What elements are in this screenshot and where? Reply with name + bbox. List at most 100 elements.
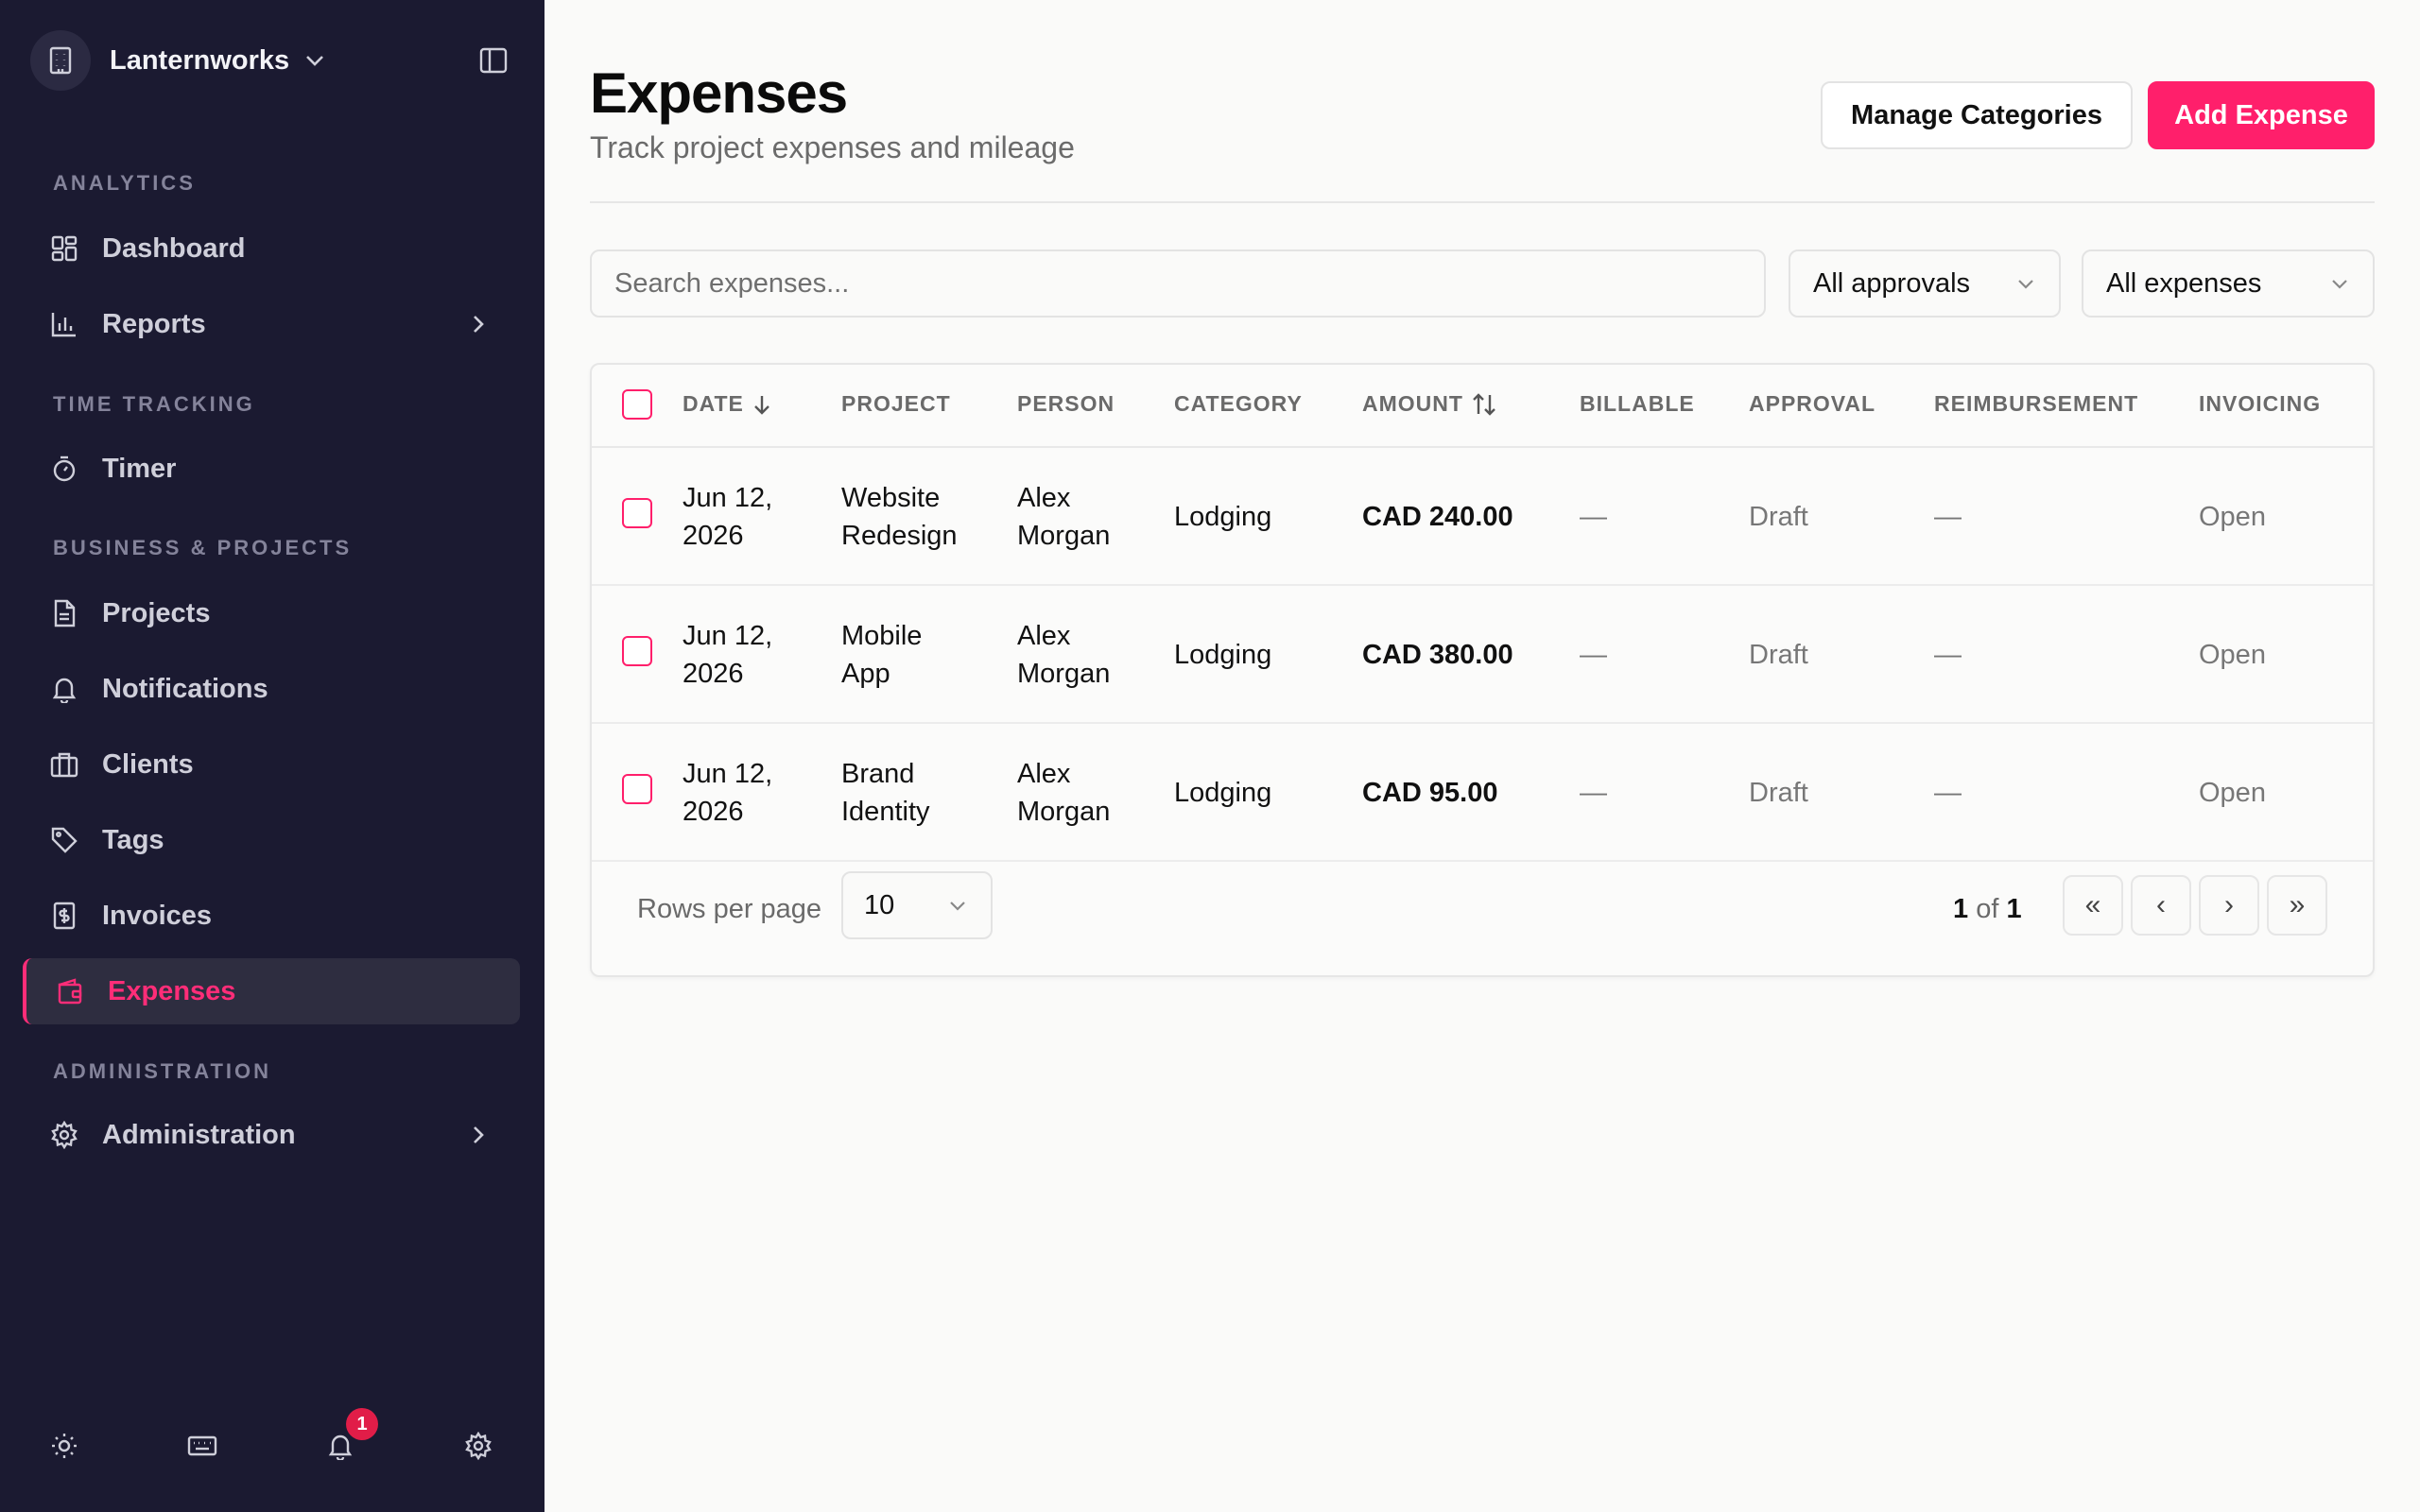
sidebar-item-dashboard[interactable]: Dashboard — [23, 215, 520, 282]
sidebar-item-invoices[interactable]: Invoices — [23, 883, 520, 949]
cell-date: Jun 12, 2026 — [683, 479, 824, 555]
sidebar-item-label: Timer — [102, 453, 177, 484]
sidebar-item-label: Clients — [102, 748, 194, 780]
keyboard-icon[interactable] — [185, 1429, 219, 1463]
cell-date-line: Jun 12, — [683, 759, 773, 789]
sidebar-item-clients[interactable]: Clients — [23, 731, 520, 798]
page-title: Expenses — [590, 61, 848, 125]
cell-reimbursement: — — [1934, 502, 1962, 532]
next-page-button[interactable]: › — [2199, 875, 2259, 936]
table-row[interactable]: Jun 12, 2026 Mobile App Alex Morgan Lodg… — [592, 586, 2373, 724]
cell-project: Website Redesign — [841, 479, 983, 555]
section-label-analytics: ANALYTICS — [53, 171, 196, 195]
sidebar-item-label: Notifications — [102, 673, 268, 704]
sidebar-item-label: Expenses — [108, 975, 236, 1006]
table-row[interactable]: Jun 12, 2026 Website Redesign Alex Morga… — [592, 448, 2373, 586]
gear-icon — [47, 1118, 81, 1152]
briefcase-icon — [47, 747, 81, 782]
cell-billable: — — [1580, 778, 1607, 808]
cell-person: Alex Morgan — [1017, 617, 1159, 693]
cell-category: Lodging — [1174, 502, 1272, 532]
chevron-down-icon — [945, 894, 970, 919]
cell-invoicing: Open — [2199, 778, 2266, 808]
sidebar-item-tags[interactable]: Tags — [23, 807, 520, 873]
sidebar-item-administration[interactable]: Administration — [23, 1102, 520, 1168]
cell-reimbursement: — — [1934, 778, 1962, 808]
main-content: Expenses Track project expenses and mile… — [544, 0, 2420, 1512]
sidebar-item-timer[interactable]: Timer — [23, 436, 520, 502]
column-header-approval: APPROVAL — [1749, 391, 1876, 416]
chevron-right-icon — [461, 307, 495, 341]
header-divider — [590, 201, 2375, 203]
cell-project-line: Redesign — [841, 521, 958, 551]
approvals-filter-select[interactable]: All approvals — [1789, 249, 2061, 318]
cell-date-line: 2026 — [683, 797, 744, 827]
sidebar-item-label: Reports — [102, 308, 206, 339]
sidebar-toggle-icon[interactable] — [476, 43, 510, 77]
workspace-switcher[interactable]: Lanternworks — [30, 30, 325, 91]
wallet-icon — [53, 974, 87, 1008]
rows-per-page-value: 10 — [864, 889, 895, 920]
table-row[interactable]: Jun 12, 2026 Brand Identity Alex Morgan … — [592, 724, 2373, 862]
cell-approval: Draft — [1749, 502, 1808, 532]
sun-icon[interactable] — [47, 1429, 81, 1463]
cell-person: Alex Morgan — [1017, 479, 1159, 555]
cell-billable: — — [1580, 640, 1607, 670]
rows-per-page-select[interactable]: 10 — [841, 871, 993, 939]
invoice-icon — [47, 899, 81, 933]
column-header-person: PERSON — [1017, 391, 1115, 416]
first-page-button[interactable]: « — [2063, 875, 2123, 936]
cell-date-line: 2026 — [683, 521, 744, 551]
manage-categories-button[interactable]: Manage Categories — [1821, 81, 2133, 149]
page-subtitle: Track project expenses and mileage — [590, 130, 1075, 164]
sidebar-item-reports[interactable]: Reports — [23, 291, 520, 357]
page-total: 1 — [2006, 894, 2022, 924]
cell-project-line: Mobile — [841, 621, 923, 651]
cell-person-line: Morgan — [1017, 521, 1111, 551]
sidebar-item-projects[interactable]: Projects — [23, 580, 520, 646]
cell-person-line: Alex — [1017, 621, 1071, 651]
sidebar-item-label: Projects — [102, 597, 211, 628]
table-header: DATE PROJECT PERSON CATEGORY AMOUNT BILL… — [592, 365, 2373, 448]
row-checkbox[interactable] — [622, 636, 652, 666]
column-header-invoicing: INVOICING — [2199, 391, 2322, 416]
notification-badge: 1 — [346, 1408, 378, 1440]
column-header-label: DATE — [683, 391, 744, 416]
cell-project-line: Brand — [841, 759, 915, 789]
sidebar: Lanternworks ANALYTICS Dashboard Reports… — [0, 0, 544, 1512]
settings-gear-icon[interactable] — [461, 1429, 495, 1463]
chevron-down-icon — [2327, 272, 2352, 297]
document-icon — [47, 596, 81, 630]
row-checkbox[interactable] — [622, 498, 652, 528]
cell-project: Brand Identity — [841, 755, 983, 831]
cell-invoicing: Open — [2199, 502, 2266, 532]
chevron-right-icon — [461, 1118, 495, 1152]
cell-amount: CAD 95.00 — [1362, 778, 1498, 808]
select-all-checkbox[interactable] — [622, 389, 652, 420]
previous-page-button[interactable]: ‹ — [2131, 875, 2191, 936]
column-header-category: CATEGORY — [1174, 391, 1303, 416]
sidebar-item-expenses[interactable]: Expenses — [23, 958, 520, 1024]
sidebar-item-notifications[interactable]: Notifications — [23, 656, 520, 722]
approvals-filter-value: All approvals — [1813, 267, 1971, 299]
arrow-down-icon — [752, 393, 772, 416]
cell-amount: CAD 380.00 — [1362, 640, 1513, 670]
sidebar-item-label: Invoices — [102, 900, 213, 931]
search-input[interactable] — [590, 249, 1766, 318]
column-header-project: PROJECT — [841, 391, 951, 416]
last-page-button[interactable]: » — [2267, 875, 2327, 936]
bar-chart-icon — [47, 307, 81, 341]
expenses-filter-select[interactable]: All expenses — [2082, 249, 2375, 318]
section-label-time-tracking: TIME TRACKING — [53, 392, 255, 416]
add-expense-button[interactable]: Add Expense — [2148, 81, 2375, 149]
table-pagination: Rows per page 10 1 of 1 « ‹ › » — [592, 850, 2373, 975]
cell-person-line: Morgan — [1017, 797, 1111, 827]
column-header-reimbursement: REIMBURSEMENT — [1934, 391, 2139, 416]
section-label-administration: ADMINISTRATION — [53, 1059, 272, 1083]
cell-approval: Draft — [1749, 640, 1808, 670]
stopwatch-icon — [47, 452, 81, 486]
column-header-date[interactable]: DATE — [683, 391, 772, 417]
row-checkbox[interactable] — [622, 774, 652, 804]
chevron-down-icon — [304, 54, 325, 67]
column-header-amount[interactable]: AMOUNT — [1362, 391, 1497, 417]
